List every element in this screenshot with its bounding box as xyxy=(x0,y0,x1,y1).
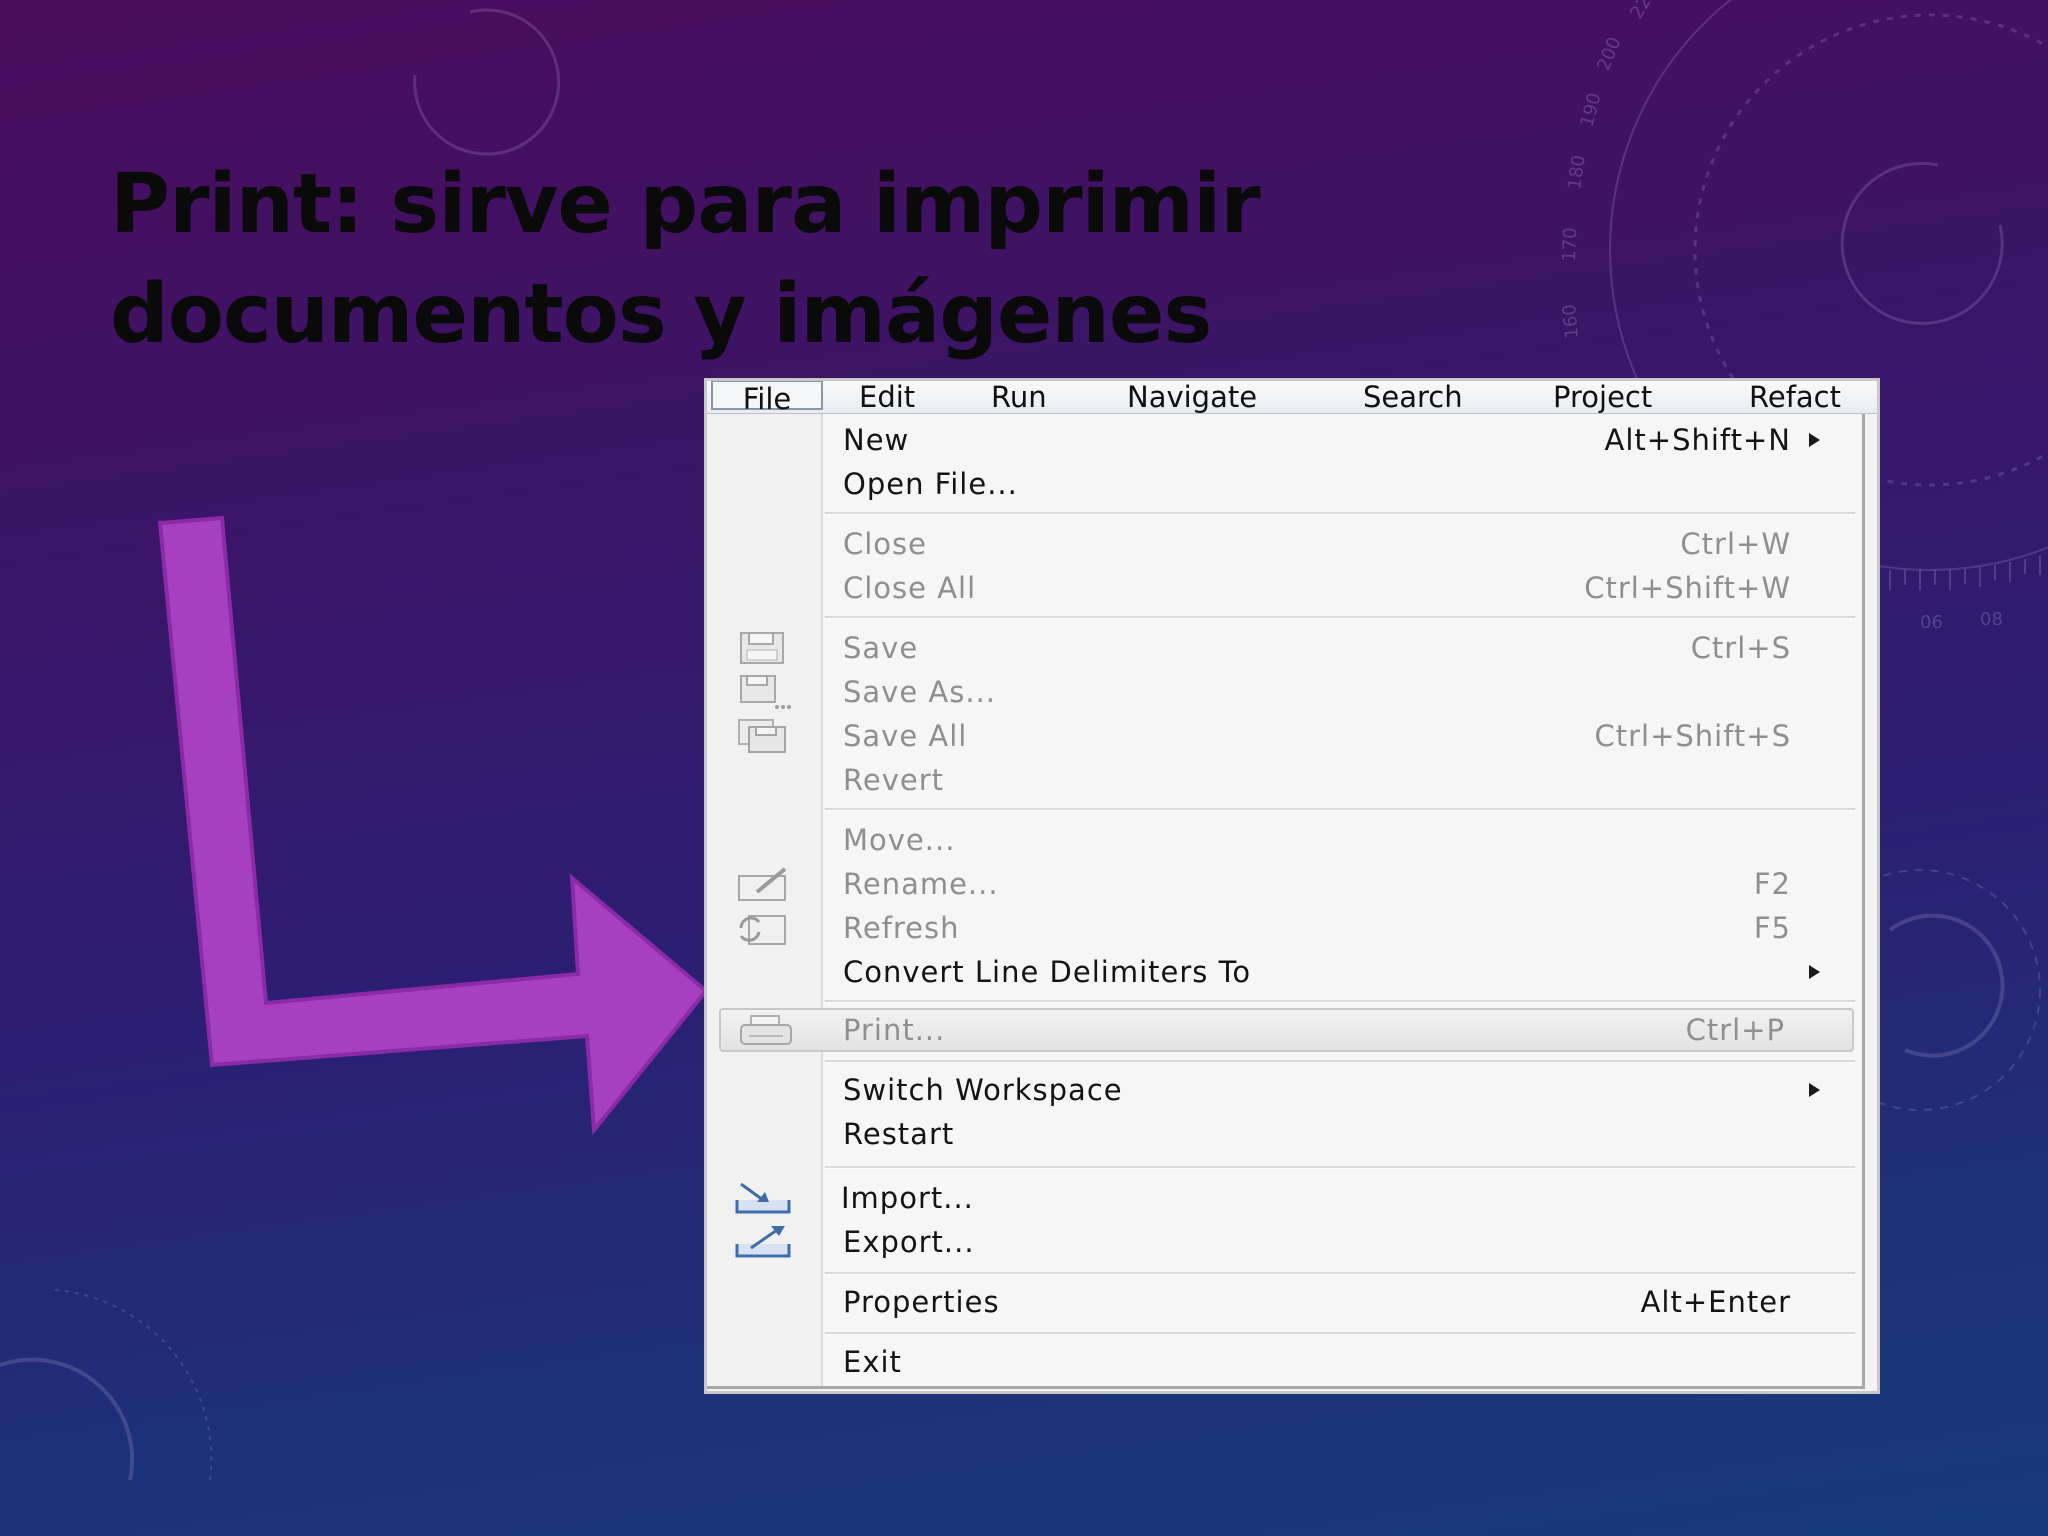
menu-item-exit[interactable]: Exit xyxy=(707,1340,1862,1384)
menu-separator xyxy=(825,1000,1855,1003)
menu-item-shortcut: Alt+Shift+N xyxy=(1604,423,1791,457)
menu-item-label: Switch Workspace xyxy=(843,1073,1123,1107)
printer-icon xyxy=(740,1015,792,1045)
menu-item-shortcut: Ctrl+Shift+S xyxy=(1594,719,1791,753)
menu-item-label: Import... xyxy=(841,1181,974,1215)
menu-item-export[interactable]: Export... xyxy=(707,1220,1862,1264)
menu-item-label: Exit xyxy=(843,1345,902,1379)
menu-item-label: Close xyxy=(843,527,927,561)
menu-item-label: Refresh xyxy=(843,911,960,945)
menu-bar: File Edit Run Navigate Search Project Re… xyxy=(707,381,1877,414)
menu-item-shortcut: Ctrl+W xyxy=(1680,527,1791,561)
menu-item-label: Close All xyxy=(843,571,977,605)
menu-item-properties[interactable]: Properties Alt+Enter xyxy=(707,1280,1862,1324)
menu-item-import[interactable]: Import... xyxy=(707,1176,1862,1220)
menu-item-save-as[interactable]: Save As... xyxy=(707,670,1862,714)
menu-item-switch-workspace[interactable]: Switch Workspace xyxy=(707,1068,1862,1112)
menu-item-close[interactable]: Close Ctrl+W xyxy=(707,522,1862,566)
menu-item-label: Move... xyxy=(843,823,956,857)
menu-separator xyxy=(825,1272,1855,1275)
menu-item-label: Save As... xyxy=(843,675,997,709)
menu-item-shortcut: Ctrl+Shift+W xyxy=(1584,571,1791,605)
menu-file[interactable]: File xyxy=(711,381,823,413)
file-menu-screenshot: File Edit Run Navigate Search Project Re… xyxy=(704,378,1880,1394)
menu-item-label: New xyxy=(843,423,910,457)
save-as-icon xyxy=(740,675,791,709)
menu-item-close-all[interactable]: Close All Ctrl+Shift+W xyxy=(707,566,1862,610)
menu-item-refresh[interactable]: Refresh F5 xyxy=(707,906,1862,950)
menu-item-open-file[interactable]: Open File... xyxy=(707,462,1862,506)
menu-item-new[interactable]: New Alt+Shift+N xyxy=(707,418,1862,462)
menu-item-label: Convert Line Delimiters To xyxy=(843,955,1252,989)
menu-item-label: Save xyxy=(843,631,919,665)
menu-navigate[interactable]: Navigate xyxy=(1127,381,1257,413)
menu-separator xyxy=(825,1166,1855,1169)
menu-item-save[interactable]: Save Ctrl+S xyxy=(707,626,1862,670)
refresh-icon xyxy=(739,915,786,945)
arrow-shape xyxy=(157,515,709,1136)
menu-refactor[interactable]: Refact xyxy=(1749,381,1841,413)
menu-item-label: Open File... xyxy=(843,467,1018,501)
submenu-arrow-icon xyxy=(1809,1083,1820,1097)
file-dropdown-menu: New Alt+Shift+N Open File... Close Ctrl+… xyxy=(707,414,1865,1389)
menu-item-print[interactable]: Print... Ctrl+P xyxy=(719,1008,1854,1052)
import-icon xyxy=(735,1182,791,1214)
menu-item-shortcut: F5 xyxy=(1753,911,1791,945)
save-all-icon xyxy=(738,719,786,753)
menu-edit[interactable]: Edit xyxy=(859,381,915,413)
menu-search[interactable]: Search xyxy=(1363,381,1463,413)
menu-item-label: Print... xyxy=(843,1013,946,1047)
menu-item-restart[interactable]: Restart xyxy=(707,1112,1862,1156)
menu-item-move[interactable]: Move... xyxy=(707,818,1862,862)
save-icon xyxy=(740,632,784,664)
menu-project[interactable]: Project xyxy=(1553,381,1652,413)
rename-icon xyxy=(738,867,787,901)
menu-item-label: Save All xyxy=(843,719,968,753)
menu-item-shortcut: Ctrl+P xyxy=(1685,1013,1785,1047)
menu-item-label: Rename... xyxy=(843,867,999,901)
menu-item-rename[interactable]: Rename... F2 xyxy=(707,862,1862,906)
menu-separator xyxy=(825,616,1855,619)
menu-item-label: Properties xyxy=(843,1285,1000,1319)
menu-separator xyxy=(825,512,1855,515)
menu-item-convert-line-delimiters[interactable]: Convert Line Delimiters To xyxy=(707,950,1862,994)
menu-item-label: Export... xyxy=(843,1225,975,1259)
menu-item-shortcut: F2 xyxy=(1753,867,1791,901)
menu-item-shortcut: Alt+Enter xyxy=(1640,1285,1791,1319)
menu-run[interactable]: Run xyxy=(991,381,1047,413)
menu-item-revert[interactable]: Revert xyxy=(707,758,1862,802)
menu-separator xyxy=(825,808,1855,811)
menu-separator xyxy=(825,1060,1855,1063)
submenu-arrow-icon xyxy=(1809,965,1820,979)
menu-separator xyxy=(825,1332,1855,1335)
menu-item-shortcut: Ctrl+S xyxy=(1690,631,1791,665)
menu-item-label: Restart xyxy=(843,1117,955,1151)
export-icon xyxy=(735,1226,791,1258)
menu-item-save-all[interactable]: Save All Ctrl+Shift+S xyxy=(707,714,1862,758)
menu-item-label: Revert xyxy=(843,763,944,797)
submenu-arrow-icon xyxy=(1809,433,1820,447)
